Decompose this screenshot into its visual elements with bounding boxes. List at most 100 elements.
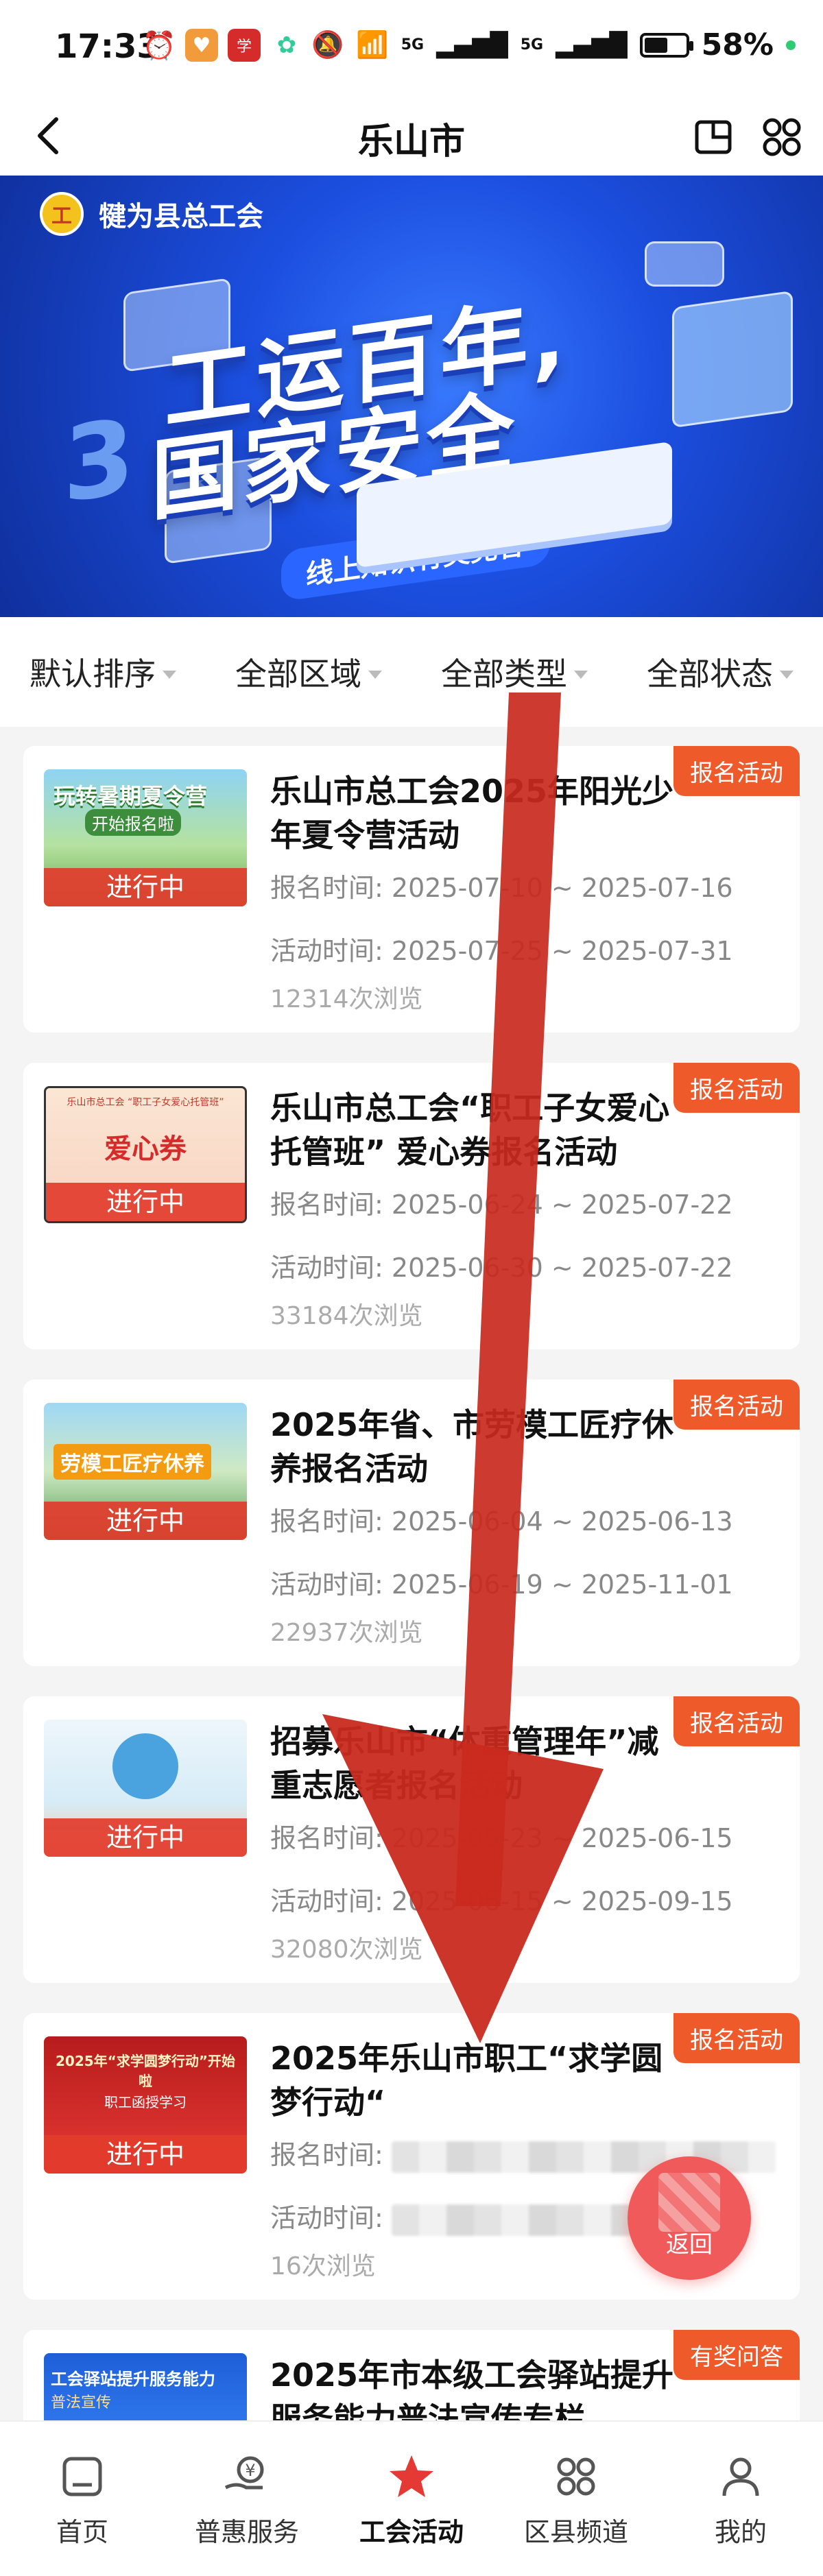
view-count: 12314次浏览	[270, 985, 423, 1013]
thumb-headline: 2025年“求学圆梦行动”开始啦	[56, 2053, 235, 2089]
filter-status[interactable]: 全部状态	[617, 649, 823, 695]
mini-window-button[interactable]	[686, 110, 741, 165]
thumb-headline: 爱心券	[104, 1133, 187, 1165]
banner-org: 工 犍为县总工会	[40, 192, 263, 236]
float-return-label: 返回	[666, 2231, 713, 2259]
blurred-activity-value	[391, 2204, 666, 2236]
filter-type[interactable]: 全部类型	[412, 649, 617, 695]
activity-title: 2025年市本级工会驿站提升服务能力普法宣传专栏	[270, 2357, 674, 2420]
wifi-icon: 📶	[356, 29, 389, 60]
activity-value: 2025-06-15 ~ 2025-09-15	[391, 1886, 733, 1916]
filter-status-label: 全部状态	[647, 655, 773, 693]
thumb-status: 进行中	[44, 1502, 247, 1540]
tab-home-label: 首页	[56, 2517, 108, 2547]
app-notification-icon-3: ✿	[276, 32, 297, 59]
tab-mine[interactable]: 我的	[658, 2422, 823, 2576]
signup-value: 2025-06-04 ~ 2025-06-13	[391, 1506, 733, 1537]
caret-down-icon	[780, 671, 794, 679]
activity-title: 2025年乐山市职工“求学圆梦行动“	[270, 2040, 663, 2121]
charging-dot-icon	[786, 40, 796, 50]
activity-label: 活动时间:	[270, 1886, 383, 1916]
caret-down-icon	[574, 671, 588, 679]
activity-label: 活动时间:	[270, 936, 383, 966]
banner-org-name: 犍为县总工会	[99, 201, 263, 232]
activity-tag: 报名活动	[673, 2013, 800, 2063]
thumb-subline: 乐山市总工会 “职工子女爱心托管班”	[67, 1097, 224, 1108]
union-logo-icon: 工	[40, 192, 84, 236]
minimize-window-icon	[695, 120, 732, 154]
thumb-headline: 工会驿站提升服务能力	[51, 2370, 215, 2389]
activity-value: 2025-06-30 ~ 2025-07-22	[391, 1253, 733, 1283]
activity-card[interactable]: 劳模工匠疗休养 进行中 报名活动 2025年省、市劳模工匠疗休养报名活动 报名时…	[23, 1380, 800, 1666]
signup-time: 报名时间: 2025-07-10 ~ 2025-07-16	[270, 867, 733, 904]
activity-value: 2025-06-19 ~ 2025-11-01	[391, 1569, 733, 1600]
signup-label: 报名时间:	[270, 873, 383, 903]
tab-district[interactable]: 区县频道	[494, 2422, 658, 2576]
signup-label: 报名时间:	[270, 1823, 383, 1853]
activity-card[interactable]: 玩转暑期夏令营 开始报名啦 进行中 报名活动 乐山市总工会2025年阳光少年夏令…	[23, 746, 800, 1033]
thumb-status: 进行中	[44, 868, 247, 906]
banner-number: 3	[63, 396, 135, 527]
tab-district-label: 区县频道	[523, 2517, 628, 2547]
promo-banner[interactable]: 工 犍为县总工会 3 工运百年, 国家安全 线上知识有奖竞答	[0, 176, 823, 617]
activity-title: 乐山市总工会2025年阳光少年夏令营活动	[270, 773, 674, 854]
signup-value: 2025-05-23 ~ 2025-06-15	[391, 1823, 733, 1853]
app-notification-icon-2: 学	[228, 29, 261, 62]
activity-thumbnail: 劳模工匠疗休养 进行中	[44, 1403, 247, 1540]
more-apps-button[interactable]	[754, 110, 809, 165]
activity-time: 活动时间: 2025-06-19 ~ 2025-11-01	[270, 1563, 733, 1601]
thumb-headline: 劳模工匠疗休养	[53, 1444, 211, 1480]
filter-region-label: 全部区域	[235, 655, 361, 693]
filter-type-label: 全部类型	[441, 655, 567, 693]
thumb-status: 进行中	[44, 1818, 247, 1857]
activity-thumbnail: 2025年“求学圆梦行动”开始啦 职工函授学习 进行中	[44, 2036, 247, 2174]
activity-time: 活动时间: 2025-06-30 ~ 2025-07-22	[270, 1247, 733, 1284]
activity-tag: 报名活动	[673, 1696, 800, 1746]
activity-card[interactable]: 进行中 报名活动 招募乐山市“体重管理年”减重志愿者报名活动 报名时间: 202…	[23, 1696, 800, 1983]
activity-label: 活动时间:	[270, 1569, 383, 1600]
thumb-status: 进行中	[44, 2135, 247, 2174]
star-icon	[387, 2452, 436, 2501]
activity-title: 乐山市总工会“职工子女爱心托管班” 爱心券报名活动	[270, 1090, 670, 1170]
thumb-status: 进行中	[46, 1183, 245, 1221]
activity-card[interactable]: 工会驿站提升服务能力 普法宣传 有奖问答 2025年市本级工会驿站提升服务能力普…	[23, 2330, 800, 2420]
activity-time: 活动时间: 2025-07-25 ~ 2025-07-31	[270, 930, 733, 967]
view-count: 33184次浏览	[270, 1302, 423, 1330]
thumb-subline: 开始报名啦	[85, 809, 181, 836]
activity-value: 2025-07-25 ~ 2025-07-31	[391, 936, 733, 966]
home-icon	[58, 2452, 107, 2501]
activity-label: 活动时间:	[270, 2203, 383, 2233]
signup-value: 2025-06-24 ~ 2025-07-22	[391, 1190, 733, 1220]
signal-5g-label: 5G	[401, 36, 425, 53]
activity-thumbnail: 工会驿站提升服务能力 普法宣传	[44, 2353, 247, 2420]
tab-home[interactable]: 首页	[0, 2422, 165, 2576]
activity-thumbnail: 进行中	[44, 1720, 247, 1857]
signup-time: 报名时间: 2025-05-23 ~ 2025-06-15	[270, 1817, 733, 1855]
tab-benefits[interactable]: ¥ 普惠服务	[165, 2422, 329, 2576]
filter-region[interactable]: 全部区域	[206, 649, 412, 695]
view-count: 16次浏览	[270, 2252, 376, 2280]
activity-time: 活动时间:	[270, 2197, 666, 2236]
signup-label: 报名时间:	[270, 1506, 383, 1537]
activity-thumbnail: 乐山市总工会 “职工子女爱心托管班” 爱心券 进行中	[44, 1086, 247, 1223]
status-bar: 17:33 ⏰ ♥ 学 ✿ 🔕 📶 5G ▂▄▆█ 5G ▂▄▆█ 58%	[0, 0, 823, 96]
caret-down-icon	[368, 671, 382, 679]
tab-activities[interactable]: 工会活动	[329, 2422, 494, 2576]
decorative-card	[672, 290, 793, 429]
grid-icon	[551, 2452, 601, 2501]
filter-sort[interactable]: 默认排序	[0, 649, 206, 695]
activity-time: 活动时间: 2025-06-15 ~ 2025-09-15	[270, 1880, 733, 1918]
mute-icon: 🔕	[311, 29, 344, 60]
activity-thumbnail: 玩转暑期夏令营 开始报名啦 进行中	[44, 769, 247, 906]
return-icon	[658, 2173, 720, 2232]
thumb-subline: 普法宣传	[51, 2394, 112, 2411]
grid-menu-icon	[763, 118, 801, 156]
float-return-button[interactable]: 返回	[628, 2156, 751, 2280]
activity-title: 招募乐山市“体重管理年”减重志愿者报名活动	[270, 1723, 659, 1804]
app-notification-icon: ♥	[185, 29, 218, 62]
activity-tag: 有奖问答	[673, 2330, 800, 2380]
view-count: 22937次浏览	[270, 1619, 423, 1647]
signup-time: 报名时间: 2025-06-24 ~ 2025-07-22	[270, 1183, 733, 1221]
activity-card[interactable]: 乐山市总工会 “职工子女爱心托管班” 爱心券 进行中 报名活动 乐山市总工会“职…	[23, 1063, 800, 1349]
filter-sort-label: 默认排序	[29, 655, 156, 693]
